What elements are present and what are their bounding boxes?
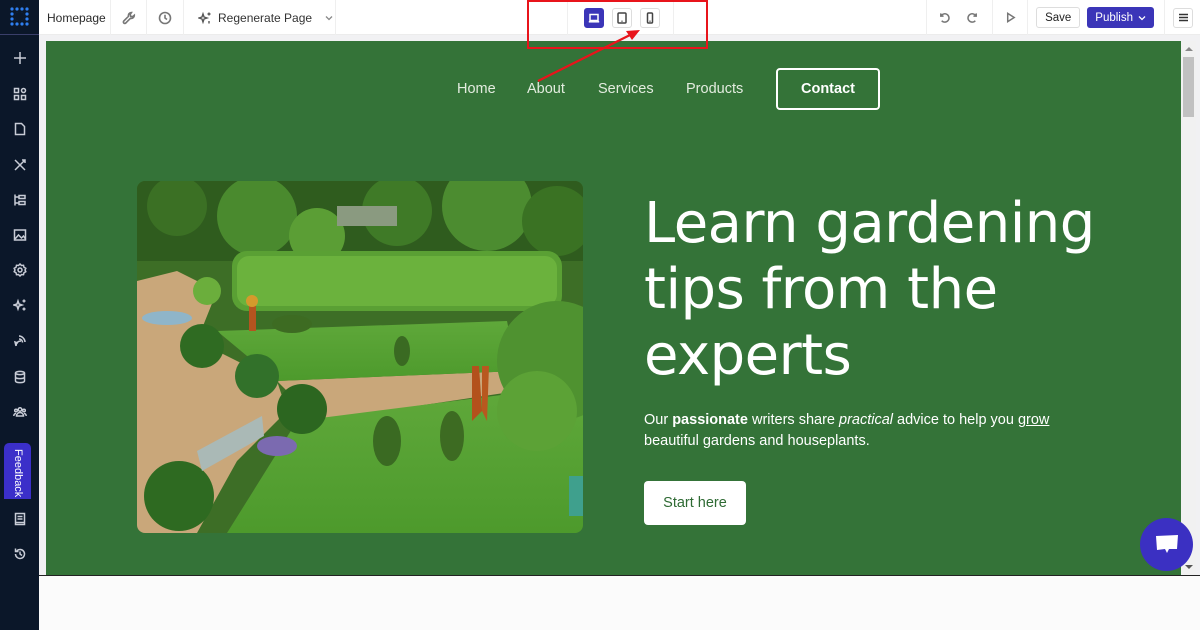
editor-topbar: Homepage Regenerate Page Save Publish (39, 0, 1200, 35)
tablet-icon (616, 11, 627, 24)
add-element-icon[interactable] (0, 45, 39, 71)
scroll-down-arrow-icon[interactable] (1185, 565, 1193, 569)
publish-button[interactable]: Publish (1087, 7, 1154, 28)
page-name: Homepage (47, 10, 106, 25)
preview-button[interactable] (993, 0, 1027, 35)
settings-gear-icon[interactable] (0, 257, 39, 283)
app-root: Feedback Homepage Regenerate Page Save P… (0, 0, 1200, 630)
laptop-icon (588, 13, 599, 23)
chevron-down-icon (1138, 15, 1146, 20)
nav-link-services[interactable]: Services (598, 81, 654, 97)
undo-button[interactable] (930, 0, 958, 35)
right-toolbar: Save Publish (926, 0, 1200, 35)
chat-bubble-icon (1155, 534, 1178, 553)
mobile-view-button[interactable] (639, 7, 660, 28)
history-icon[interactable] (0, 541, 39, 567)
logo-icon (9, 7, 29, 26)
divider (926, 0, 928, 35)
left-sidebar: Feedback (0, 0, 39, 630)
redo-icon (966, 13, 977, 23)
site-settings-button[interactable] (111, 0, 147, 35)
desc-text: writers share (747, 412, 840, 428)
publish-label: Publish (1095, 11, 1133, 24)
desc-bold-text: passionate (672, 412, 748, 428)
chat-widget-button[interactable] (1140, 518, 1193, 571)
main-menu-button[interactable] (1173, 7, 1193, 28)
scroll-thumb[interactable] (1183, 57, 1194, 117)
desc-text: Our (644, 412, 673, 428)
desc-text: beautiful gardens and houseplants. (644, 433, 870, 449)
page-selector[interactable]: Homepage (39, 0, 111, 35)
regenerate-page-button[interactable]: Regenerate Page (184, 0, 336, 35)
hero-description: Our passionate writers share practical a… (644, 410, 1104, 452)
feedback-tab[interactable]: Feedback (4, 443, 31, 499)
scroll-up-arrow-icon[interactable] (1185, 47, 1193, 51)
hero-title: Learn gardening tips from the experts (644, 191, 1095, 388)
canvas-bottom-area (39, 575, 1200, 630)
sparkle-icon (198, 11, 211, 24)
app-logo[interactable] (0, 0, 39, 35)
preview-scrollbar[interactable] (1181, 41, 1196, 575)
website-preview: Home About Services Products Contact Lea… (46, 41, 1181, 575)
start-here-button[interactable]: Start here (644, 481, 746, 525)
play-icon (1006, 11, 1016, 24)
version-history-button[interactable] (147, 0, 184, 35)
desc-text: advice to help you (893, 412, 1018, 428)
regenerate-label: Regenerate Page (218, 10, 313, 25)
history-clock-icon (158, 11, 172, 24)
integrations-icon[interactable] (0, 328, 39, 354)
feedback-label: Feedback (12, 449, 24, 498)
garden-photo-illustration (137, 181, 583, 533)
desc-underline-text: grow (1017, 412, 1050, 428)
save-button[interactable]: Save (1036, 7, 1081, 28)
redo-button[interactable] (958, 0, 986, 35)
nav-link-about[interactable]: About (527, 81, 565, 97)
mobile-icon (646, 11, 653, 24)
desc-italic-text: practical (839, 412, 894, 428)
image-icon[interactable] (0, 222, 39, 248)
divider (1164, 0, 1165, 35)
nav-link-home[interactable]: Home (457, 81, 496, 97)
hamburger-icon (1178, 13, 1188, 22)
nav-link-products[interactable]: Products (686, 81, 743, 97)
desktop-view-button[interactable] (583, 7, 604, 28)
users-icon[interactable] (0, 399, 39, 425)
contact-button[interactable]: Contact (776, 68, 880, 110)
tablet-view-button[interactable] (611, 7, 632, 28)
undo-icon (939, 13, 950, 23)
divider (1027, 0, 1029, 35)
database-icon[interactable] (0, 364, 39, 390)
sitemap-icon[interactable] (0, 187, 39, 213)
wrench-icon (122, 11, 135, 24)
ai-sparkle-icon[interactable] (0, 292, 39, 318)
design-tools-icon[interactable] (0, 152, 39, 178)
chevron-down-icon (325, 15, 333, 20)
hero-image (137, 181, 583, 533)
site-nav: Home About Services Products Contact (46, 68, 1181, 110)
device-switcher (567, 0, 674, 35)
docs-book-icon[interactable] (0, 506, 39, 532)
blocks-icon[interactable] (0, 81, 39, 107)
page-icon[interactable] (0, 116, 39, 142)
